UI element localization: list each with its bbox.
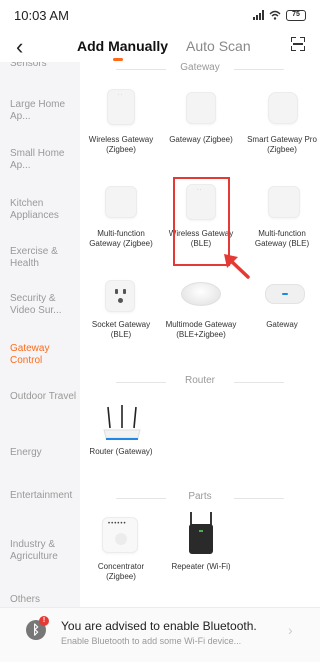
device-multi-function-gateway-zigbee[interactable]: Multi-function Gateway (Zigbee) xyxy=(82,229,160,248)
sidebar-item-others[interactable]: Others xyxy=(10,594,78,606)
device-router-gateway[interactable]: Router (Gateway) xyxy=(82,447,160,457)
active-tab-indicator xyxy=(113,58,123,61)
sidebar-item-outdoor-travel[interactable]: Outdoor Travel xyxy=(10,391,78,403)
device-smart-gateway-pro[interactable]: Smart Gateway Pro (Zigbee) xyxy=(243,135,320,154)
sidebar-item-gateway-control[interactable]: Gateway Control xyxy=(10,343,78,367)
gateway-zigbee-image xyxy=(186,92,216,124)
status-icons: 75 xyxy=(253,9,306,21)
chevron-right-icon[interactable]: › xyxy=(288,622,293,638)
device-gateway-zigbee[interactable]: Gateway (Zigbee) xyxy=(162,135,240,145)
section-title: Parts xyxy=(188,491,212,502)
multi-function-gateway-zigbee-image xyxy=(105,186,137,218)
section-parts: Parts xyxy=(80,491,320,505)
sidebar-item-kitchen-appliances[interactable]: Kitchen Appliances xyxy=(10,198,78,222)
tab-auto-scan[interactable]: Auto Scan xyxy=(186,38,251,54)
section-title: Router xyxy=(184,375,215,386)
wifi-icon xyxy=(269,10,281,20)
device-wireless-gateway-zigbee[interactable]: Wireless Gateway (Zigbee) xyxy=(82,135,160,154)
device-repeater-wifi[interactable]: Repeater (Wi-Fi) xyxy=(162,562,240,572)
signal-icon xyxy=(253,10,264,20)
sidebar-item-entertainment[interactable]: Entertainment xyxy=(10,490,78,502)
section-title: Gateway xyxy=(180,62,220,73)
device-list: Gateway ·· Wireless Gateway (Zigbee) Gat… xyxy=(80,62,320,607)
sidebar-item-exercise-health[interactable]: Exercise & Health xyxy=(10,246,78,270)
gateway-image xyxy=(265,284,305,304)
multi-function-gateway-ble-image xyxy=(268,186,300,218)
device-concentrator-zigbee[interactable]: Concentrator (Zigbee) xyxy=(82,562,160,581)
status-bar: 10:03 AM 75 xyxy=(0,0,320,30)
wireless-gateway-zigbee-image: ·· xyxy=(107,89,135,125)
alert-badge: ! xyxy=(39,616,49,626)
arrow-icon xyxy=(224,254,250,279)
sidebar-item-security[interactable]: Security & Video Sur... xyxy=(10,293,78,317)
router-image xyxy=(103,405,141,440)
category-sidebar: Sensors Large Home Ap... Small Home Ap..… xyxy=(0,62,80,607)
sidebar-item-small-home-appliances[interactable]: Small Home Ap... xyxy=(10,148,78,172)
sidebar-item-energy[interactable]: Energy xyxy=(10,447,78,459)
socket-gateway-image xyxy=(105,280,135,312)
bluetooth-banner[interactable]: ᛒ ! You are advised to enable Bluetooth.… xyxy=(0,607,320,662)
multimode-gateway-image xyxy=(181,282,221,306)
device-socket-gateway-ble[interactable]: Socket Gateway (BLE) xyxy=(82,320,160,339)
status-time: 10:03 AM xyxy=(14,7,69,23)
repeater-image xyxy=(189,512,213,554)
section-gateway: Gateway xyxy=(80,62,320,76)
banner-title: You are advised to enable Bluetooth. xyxy=(61,619,257,633)
sidebar-item-industry-agriculture[interactable]: Industry & Agriculture xyxy=(10,539,78,563)
back-arrow-icon[interactable]: ‹ xyxy=(16,34,23,60)
sidebar-item-sensors[interactable]: Sensors xyxy=(10,62,78,70)
smart-gateway-pro-image xyxy=(268,92,298,124)
sidebar-item-large-home-appliances[interactable]: Large Home Ap... xyxy=(10,99,78,123)
section-router: Router xyxy=(80,375,320,389)
device-gateway[interactable]: Gateway xyxy=(243,320,320,330)
battery-icon: 75 xyxy=(286,9,306,21)
banner-subtitle: Enable Bluetooth to add some Wi-Fi devic… xyxy=(61,636,242,646)
scan-icon[interactable] xyxy=(291,37,305,51)
tab-add-manually[interactable]: Add Manually xyxy=(77,38,168,54)
device-multi-function-gateway-ble[interactable]: Multi-function Gateway (BLE) xyxy=(243,229,320,248)
top-nav: ‹ Add Manually Auto Scan xyxy=(0,30,320,66)
device-multimode-gateway[interactable]: Multimode Gateway (BLE+Zigbee) xyxy=(162,320,240,339)
concentrator-image: •••••• xyxy=(102,517,138,553)
